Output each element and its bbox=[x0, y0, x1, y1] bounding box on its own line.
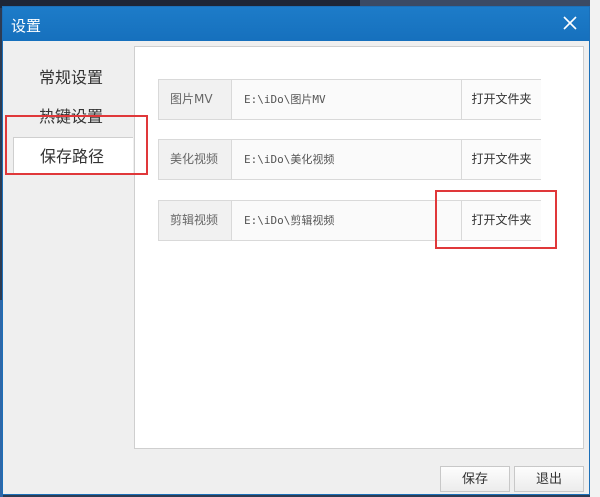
settings-sidebar: 常规设置 热键设置 保存路径 bbox=[3, 41, 135, 451]
exit-button[interactable]: 退出 bbox=[514, 466, 584, 492]
close-icon[interactable] bbox=[559, 12, 581, 34]
dialog-footer: 保存 退出 bbox=[3, 451, 589, 496]
path-field[interactable] bbox=[232, 201, 460, 240]
path-field[interactable] bbox=[232, 80, 460, 119]
dialog-title: 设置 bbox=[11, 17, 42, 35]
path-label: 图片MV bbox=[159, 80, 232, 119]
path-row-edited-video: 剪辑视频 打开文件夹 bbox=[158, 200, 541, 241]
open-folder-button[interactable]: 打开文件夹 bbox=[461, 80, 541, 119]
save-button[interactable]: 保存 bbox=[440, 466, 510, 492]
path-field[interactable] bbox=[232, 140, 460, 179]
title-bar: 设置 bbox=[3, 7, 589, 41]
path-row-picture-mv: 图片MV 打开文件夹 bbox=[158, 79, 541, 120]
sidebar-item-hotkeys[interactable]: 热键设置 bbox=[13, 98, 133, 136]
path-label: 美化视频 bbox=[159, 140, 232, 179]
path-row-beautified-video: 美化视频 打开文件夹 bbox=[158, 139, 541, 180]
open-folder-button[interactable]: 打开文件夹 bbox=[461, 140, 541, 179]
sidebar-item-save-path[interactable]: 保存路径 bbox=[13, 137, 133, 175]
sidebar-item-general[interactable]: 常规设置 bbox=[13, 59, 133, 97]
settings-dialog: 设置 常规设置 热键设置 保存路径 图片MV 打开文件夹 美化视频 打开文件夹 … bbox=[2, 6, 590, 495]
path-label: 剪辑视频 bbox=[159, 201, 232, 240]
open-folder-button[interactable]: 打开文件夹 bbox=[461, 201, 541, 240]
desktop-background-right bbox=[590, 0, 600, 497]
save-path-panel: 图片MV 打开文件夹 美化视频 打开文件夹 剪辑视频 打开文件夹 bbox=[134, 46, 584, 449]
